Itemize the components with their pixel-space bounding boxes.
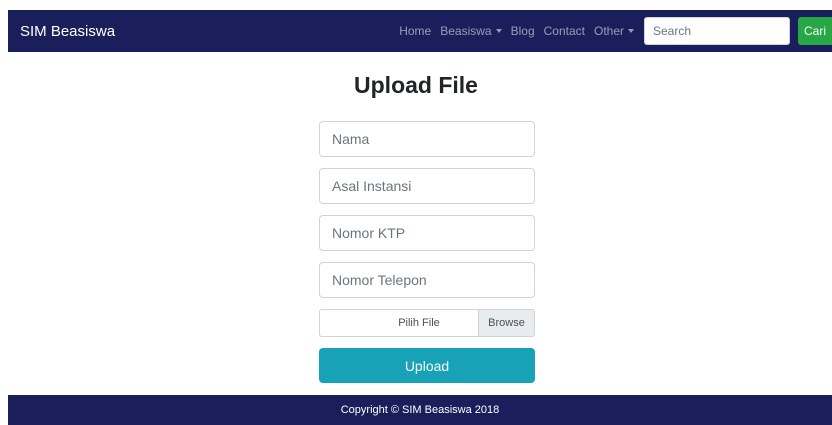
nav-link-blog[interactable]: Blog — [511, 24, 535, 38]
nav-link-blog-label: Blog — [510, 24, 535, 38]
nav-dropdown-other[interactable]: Other — [594, 24, 634, 38]
caret-down-icon — [495, 29, 502, 33]
file-input-label: Pilih File — [398, 317, 440, 329]
nomor-ktp-input[interactable] — [319, 215, 535, 251]
upload-form: Pilih File Browse Upload — [319, 121, 535, 383]
footer: Copyright © SIM Beasiswa 2018 — [8, 395, 832, 425]
nav-dropdown-other-label: Other — [593, 24, 624, 38]
nav-dropdown-beasiswa-label: Beasiswa — [440, 24, 492, 38]
copyright-text: Copyright © SIM Beasiswa 2018 — [340, 404, 500, 416]
brand-link[interactable]: SIM Beasiswa — [20, 23, 115, 40]
nav-link-contact-label: Contact — [543, 24, 585, 38]
search-input[interactable] — [644, 17, 790, 45]
nav-link-contact[interactable]: Contact — [544, 24, 585, 38]
nomor-telepon-input[interactable] — [319, 262, 535, 298]
nav-links: Home Beasiswa Blog Contact Other — [399, 24, 634, 38]
nama-input[interactable] — [319, 121, 535, 157]
nav-link-home-label: Home — [399, 24, 432, 38]
page-title: Upload File — [354, 72, 478, 98]
search-button[interactable]: Cari — [798, 17, 832, 45]
file-input[interactable]: Pilih File Browse — [319, 309, 535, 337]
nav-link-home[interactable]: Home — [399, 24, 431, 38]
caret-down-icon — [628, 29, 634, 33]
browse-button[interactable]: Browse — [478, 310, 534, 336]
asal-instansi-input[interactable] — [319, 168, 535, 204]
nav-dropdown-beasiswa[interactable]: Beasiswa — [440, 24, 502, 38]
upload-button[interactable]: Upload — [319, 348, 535, 383]
navbar: SIM Beasiswa Home Beasiswa Blog Contact … — [8, 10, 832, 52]
